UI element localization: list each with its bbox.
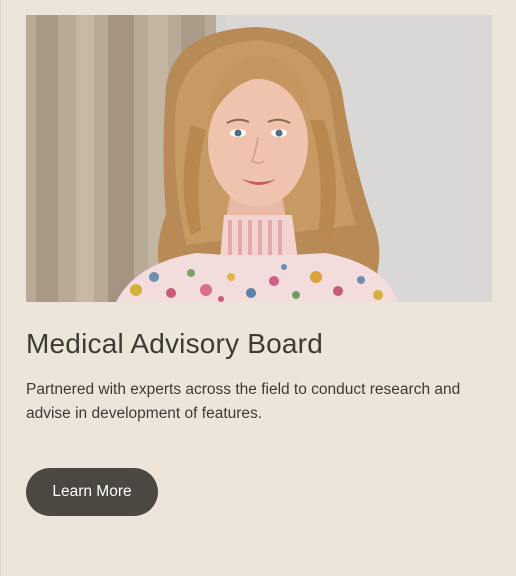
card-title: Medical Advisory Board (26, 328, 323, 359)
learn-more-button[interactable]: Learn More (26, 468, 158, 516)
advisory-card: Medical Advisory Board Partnered with ex… (0, 0, 516, 576)
portrait-photo (26, 15, 492, 302)
card-description: Partnered with experts across the field … (26, 381, 461, 422)
